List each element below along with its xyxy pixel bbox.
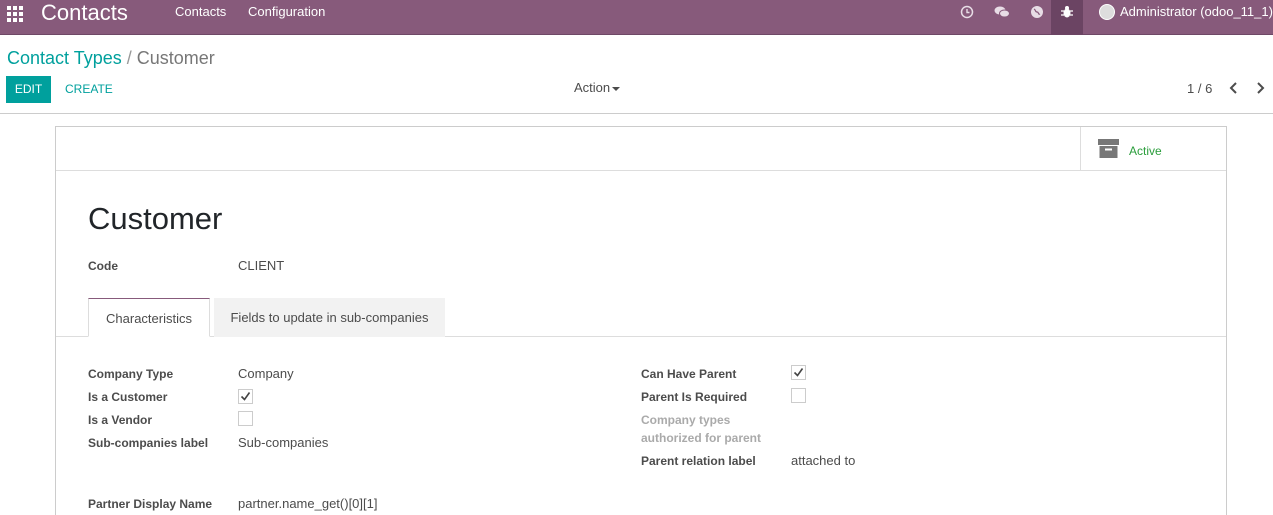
is-vendor-checkbox[interactable] <box>238 411 253 426</box>
code-value: CLIENT <box>238 258 285 273</box>
app-name[interactable]: Contacts <box>41 1 128 25</box>
button-box: Active <box>56 127 1226 171</box>
top-navbar: Contacts Contacts Configuration Administ… <box>0 0 1273 35</box>
active-toggle-button[interactable]: Active <box>1080 127 1226 171</box>
active-label: Active <box>1129 144 1162 158</box>
menu-configuration[interactable]: Configuration <box>248 0 325 24</box>
partner-display-name-value: partner.name_get()[0][1] <box>238 496 378 511</box>
is-customer-checkbox[interactable] <box>238 389 253 404</box>
user-menu[interactable]: Administrator (odoo_11_1) <box>1120 0 1273 24</box>
action-label: Action <box>574 80 611 95</box>
caret-down-icon <box>612 86 621 91</box>
bug-icon <box>1060 5 1074 22</box>
form-sheet: Active Customer Code CLIENT Characterist… <box>55 126 1227 515</box>
chat-icon[interactable] <box>994 5 1010 19</box>
edit-button[interactable]: EDIT <box>6 76 51 103</box>
tab-fields-to-update[interactable]: Fields to update in sub-companies <box>214 298 445 337</box>
debug-toggle[interactable] <box>1051 0 1083 35</box>
authorized-types-label-line2: authorized for parent <box>641 431 762 445</box>
avatar[interactable] <box>1099 4 1115 20</box>
tab-characteristics[interactable]: Characteristics <box>88 298 210 337</box>
checkmark-icon <box>240 392 251 401</box>
can-have-parent-checkbox[interactable] <box>791 365 806 380</box>
parent-required-label: Parent Is Required <box>641 390 748 404</box>
record-title: Customer <box>88 201 223 236</box>
archive-icon <box>1098 139 1119 159</box>
breadcrumb: Contact Types / Customer <box>7 47 215 69</box>
can-have-parent-label: Can Have Parent <box>641 367 737 381</box>
pager-value[interactable]: 1 / 6 <box>1187 81 1212 97</box>
globe-icon[interactable] <box>1030 5 1044 19</box>
code-label: Code <box>88 259 118 273</box>
subcompanies-label-label: Sub-companies label <box>88 436 209 450</box>
pager-previous-button[interactable] <box>1228 80 1240 96</box>
authorized-types-label-line1: Company types <box>641 413 731 427</box>
clock-icon[interactable] <box>960 5 974 19</box>
menu-contacts[interactable]: Contacts <box>175 0 226 24</box>
subcompanies-label-value: Sub-companies <box>238 435 329 450</box>
parent-relation-label-value: attached to <box>791 453 856 468</box>
apps-menu-icon[interactable] <box>7 6 23 22</box>
pager-next-button[interactable] <box>1254 80 1266 96</box>
is-customer-label: Is a Customer <box>88 390 168 404</box>
breadcrumb-current: Customer <box>136 48 215 68</box>
control-panel-divider <box>0 113 1273 114</box>
checkmark-icon <box>793 368 804 377</box>
company-type-label: Company Type <box>88 367 174 381</box>
partner-display-name-label: Partner Display Name <box>88 497 213 511</box>
create-button[interactable]: CREATE <box>65 76 113 103</box>
parent-required-checkbox[interactable] <box>791 388 806 403</box>
breadcrumb-parent[interactable]: Contact Types <box>7 48 122 68</box>
company-type-value: Company <box>238 366 294 381</box>
is-vendor-label: Is a Vendor <box>88 413 153 427</box>
parent-relation-label-label: Parent relation label <box>641 454 756 468</box>
breadcrumb-separator: / <box>126 48 132 68</box>
action-dropdown[interactable]: Action <box>574 80 621 96</box>
